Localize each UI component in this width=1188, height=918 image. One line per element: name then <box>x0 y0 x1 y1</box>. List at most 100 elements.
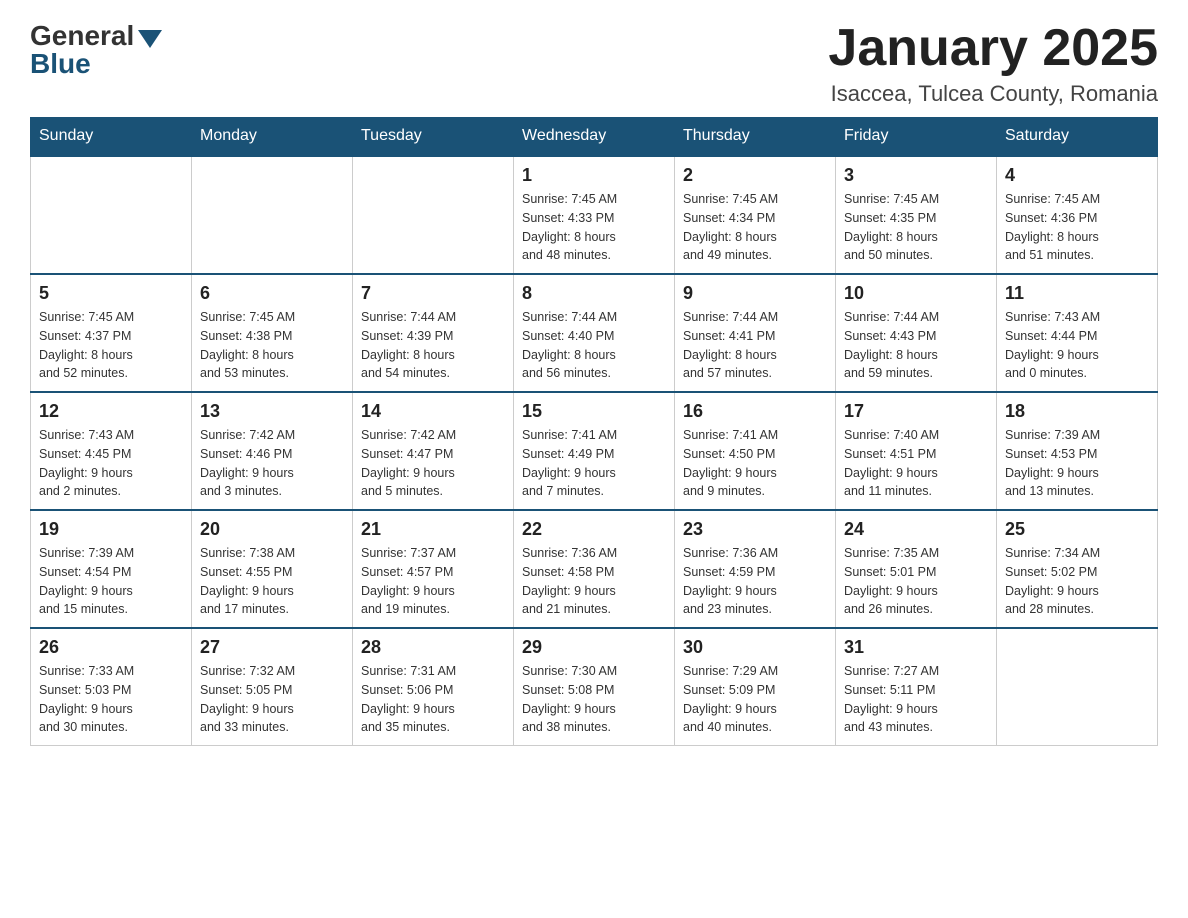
calendar-cell: 21 Sunrise: 7:37 AM Sunset: 4:57 PM Dayli… <box>353 510 514 628</box>
day-info: Sunrise: 7:41 AM Sunset: 4:50 PM Dayligh… <box>683 426 827 501</box>
calendar-cell: 19Sunrise: 7:39 AM Sunset: 4:54 PM Dayli… <box>31 510 192 628</box>
day-info: Sunrise: 7:34 AM Sunset: 5:02 PM Dayligh… <box>1005 544 1149 619</box>
day-info: Sunrise: 7:40 AM Sunset: 4:51 PM Dayligh… <box>844 426 988 501</box>
calendar-cell: 28 Sunrise: 7:31 AM Sunset: 5:06 PM Dayli… <box>353 628 514 746</box>
day-info: Sunrise: 7:42 AM Sunset: 4:47 PM Dayligh… <box>361 426 505 501</box>
calendar-header-tuesday: Tuesday <box>353 117 514 156</box>
day-info: Sunrise: 7:32 AM Sunset: 5:05 PM Dayligh… <box>200 662 344 737</box>
logo: General Blue <box>30 20 162 80</box>
month-title: January 2025 <box>828 20 1158 77</box>
calendar-cell: 16Sunrise: 7:41 AM Sunset: 4:50 PM Dayli… <box>675 392 836 510</box>
location-title: Isaccea, Tulcea County, Romania <box>828 81 1158 107</box>
day-info: Sunrise: 7:35 AM Sunset: 5:01 PM Dayligh… <box>844 544 988 619</box>
calendar-cell: 26 Sunrise: 7:33 AM Sunset: 5:03 PM Dayli… <box>31 628 192 746</box>
day-number: 11 <box>1005 283 1149 304</box>
calendar-cell: 27 Sunrise: 7:32 AM Sunset: 5:05 PM Dayli… <box>192 628 353 746</box>
day-info: Sunrise: 7:31 AM Sunset: 5:06 PM Dayligh… <box>361 662 505 737</box>
calendar-cell <box>192 156 353 274</box>
calendar-cell: 23Sunrise: 7:36 AM Sunset: 4:59 PM Dayli… <box>675 510 836 628</box>
calendar-cell: 29 Sunrise: 7:30 AM Sunset: 5:08 PM Dayli… <box>514 628 675 746</box>
day-number: 10 <box>844 283 988 304</box>
day-info: Sunrise: 7:30 AM Sunset: 5:08 PM Dayligh… <box>522 662 666 737</box>
day-info: Sunrise: 7:45 AM Sunset: 4:33 PM Dayligh… <box>522 190 666 265</box>
day-number: 25 <box>1005 519 1149 540</box>
calendar-cell <box>997 628 1158 746</box>
page-header: General Blue January 2025 Isaccea, Tulce… <box>30 20 1158 107</box>
day-number: 3 <box>844 165 988 186</box>
calendar-table: SundayMondayTuesdayWednesdayThursdayFrid… <box>30 117 1158 746</box>
day-info: Sunrise: 7:33 AM Sunset: 5:03 PM Dayligh… <box>39 662 183 737</box>
day-number: 21 <box>361 519 505 540</box>
calendar-week-row: 19Sunrise: 7:39 AM Sunset: 4:54 PM Dayli… <box>31 510 1158 628</box>
calendar-cell <box>353 156 514 274</box>
calendar-header-wednesday: Wednesday <box>514 117 675 156</box>
calendar-cell: 13Sunrise: 7:42 AM Sunset: 4:46 PM Dayli… <box>192 392 353 510</box>
day-number: 31 <box>844 637 988 658</box>
calendar-cell <box>31 156 192 274</box>
day-number: 28 <box>361 637 505 658</box>
calendar-cell: 22 Sunrise: 7:36 AM Sunset: 4:58 PM Dayli… <box>514 510 675 628</box>
calendar-header-sunday: Sunday <box>31 117 192 156</box>
day-number: 22 <box>522 519 666 540</box>
day-info: Sunrise: 7:36 AM Sunset: 4:59 PM Dayligh… <box>683 544 827 619</box>
day-number: 18 <box>1005 401 1149 422</box>
calendar-cell: 8 Sunrise: 7:44 AM Sunset: 4:40 PM Daylig… <box>514 274 675 392</box>
day-info: Sunrise: 7:44 AM Sunset: 4:40 PM Dayligh… <box>522 308 666 383</box>
calendar-cell: 15Sunrise: 7:41 AM Sunset: 4:49 PM Dayli… <box>514 392 675 510</box>
calendar-cell: 6 Sunrise: 7:45 AM Sunset: 4:38 PM Daylig… <box>192 274 353 392</box>
calendar-week-row: 26 Sunrise: 7:33 AM Sunset: 5:03 PM Dayli… <box>31 628 1158 746</box>
day-number: 26 <box>39 637 183 658</box>
day-number: 7 <box>361 283 505 304</box>
day-number: 9 <box>683 283 827 304</box>
calendar-week-row: 5 Sunrise: 7:45 AM Sunset: 4:37 PM Daylig… <box>31 274 1158 392</box>
day-info: Sunrise: 7:45 AM Sunset: 4:35 PM Dayligh… <box>844 190 988 265</box>
day-number: 1 <box>522 165 666 186</box>
calendar-cell: 10 Sunrise: 7:44 AM Sunset: 4:43 PM Dayli… <box>836 274 997 392</box>
calendar-cell: 3 Sunrise: 7:45 AM Sunset: 4:35 PM Daylig… <box>836 156 997 274</box>
day-number: 20 <box>200 519 344 540</box>
day-info: Sunrise: 7:36 AM Sunset: 4:58 PM Dayligh… <box>522 544 666 619</box>
day-info: Sunrise: 7:45 AM Sunset: 4:37 PM Dayligh… <box>39 308 183 383</box>
calendar-header-friday: Friday <box>836 117 997 156</box>
calendar-cell: 17Sunrise: 7:40 AM Sunset: 4:51 PM Dayli… <box>836 392 997 510</box>
title-block: January 2025 Isaccea, Tulcea County, Rom… <box>828 20 1158 107</box>
calendar-header-row: SundayMondayTuesdayWednesdayThursdayFrid… <box>31 117 1158 156</box>
calendar-cell: 31 Sunrise: 7:27 AM Sunset: 5:11 PM Dayli… <box>836 628 997 746</box>
day-info: Sunrise: 7:45 AM Sunset: 4:38 PM Dayligh… <box>200 308 344 383</box>
day-number: 30 <box>683 637 827 658</box>
calendar-header-monday: Monday <box>192 117 353 156</box>
calendar-cell: 11Sunrise: 7:43 AM Sunset: 4:44 PM Dayli… <box>997 274 1158 392</box>
calendar-cell: 25 Sunrise: 7:34 AM Sunset: 5:02 PM Dayli… <box>997 510 1158 628</box>
calendar-cell: 20 Sunrise: 7:38 AM Sunset: 4:55 PM Dayli… <box>192 510 353 628</box>
day-info: Sunrise: 7:45 AM Sunset: 4:36 PM Dayligh… <box>1005 190 1149 265</box>
day-number: 27 <box>200 637 344 658</box>
calendar-cell: 9 Sunrise: 7:44 AM Sunset: 4:41 PM Daylig… <box>675 274 836 392</box>
day-info: Sunrise: 7:38 AM Sunset: 4:55 PM Dayligh… <box>200 544 344 619</box>
day-number: 29 <box>522 637 666 658</box>
day-number: 5 <box>39 283 183 304</box>
calendar-cell: 12Sunrise: 7:43 AM Sunset: 4:45 PM Dayli… <box>31 392 192 510</box>
calendar-week-row: 1 Sunrise: 7:45 AM Sunset: 4:33 PM Daylig… <box>31 156 1158 274</box>
calendar-cell: 30 Sunrise: 7:29 AM Sunset: 5:09 PM Dayli… <box>675 628 836 746</box>
calendar-cell: 24 Sunrise: 7:35 AM Sunset: 5:01 PM Dayli… <box>836 510 997 628</box>
day-number: 6 <box>200 283 344 304</box>
day-info: Sunrise: 7:39 AM Sunset: 4:53 PM Dayligh… <box>1005 426 1149 501</box>
day-number: 24 <box>844 519 988 540</box>
calendar-cell: 18 Sunrise: 7:39 AM Sunset: 4:53 PM Dayli… <box>997 392 1158 510</box>
day-info: Sunrise: 7:44 AM Sunset: 4:41 PM Dayligh… <box>683 308 827 383</box>
calendar-cell: 4Sunrise: 7:45 AM Sunset: 4:36 PM Daylig… <box>997 156 1158 274</box>
day-info: Sunrise: 7:42 AM Sunset: 4:46 PM Dayligh… <box>200 426 344 501</box>
day-info: Sunrise: 7:44 AM Sunset: 4:43 PM Dayligh… <box>844 308 988 383</box>
logo-blue-text: Blue <box>30 48 91 80</box>
day-number: 8 <box>522 283 666 304</box>
day-number: 14 <box>361 401 505 422</box>
calendar-cell: 7Sunrise: 7:44 AM Sunset: 4:39 PM Daylig… <box>353 274 514 392</box>
day-info: Sunrise: 7:37 AM Sunset: 4:57 PM Dayligh… <box>361 544 505 619</box>
day-info: Sunrise: 7:27 AM Sunset: 5:11 PM Dayligh… <box>844 662 988 737</box>
calendar-week-row: 12Sunrise: 7:43 AM Sunset: 4:45 PM Dayli… <box>31 392 1158 510</box>
day-info: Sunrise: 7:29 AM Sunset: 5:09 PM Dayligh… <box>683 662 827 737</box>
day-number: 19 <box>39 519 183 540</box>
day-number: 12 <box>39 401 183 422</box>
logo-arrow-icon <box>138 30 162 48</box>
calendar-cell: 5 Sunrise: 7:45 AM Sunset: 4:37 PM Daylig… <box>31 274 192 392</box>
